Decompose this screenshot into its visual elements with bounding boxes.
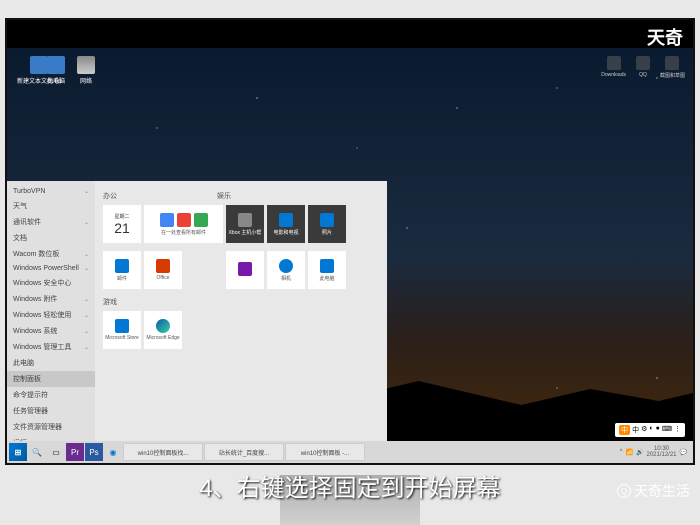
- taskbar-app-ps[interactable]: Ps: [85, 443, 103, 461]
- taskbar-app-pr[interactable]: Pr: [66, 443, 84, 461]
- tray-network-icon[interactable]: 📶: [626, 449, 633, 456]
- taskbar-app-edge[interactable]: ◉: [104, 443, 122, 461]
- xbox-tile[interactable]: Xbox 主机小帮: [226, 205, 264, 243]
- start-item[interactable]: 通讯软件⌄: [7, 214, 95, 230]
- taskbar-task[interactable]: win10控制面板 -...: [285, 443, 365, 461]
- thispc-tile[interactable]: 此电脑: [308, 251, 346, 289]
- start-item[interactable]: 文档: [7, 230, 95, 246]
- mail-tile[interactable]: 邮件: [103, 251, 141, 289]
- office-tile[interactable]: Office: [144, 251, 182, 289]
- start-item[interactable]: Windows 附件⌄: [7, 291, 95, 307]
- ime-language-bar[interactable]: 中 中 ⚙ ◐ ● ⌨ ⋮: [615, 423, 685, 437]
- ime-btn: ⌨: [662, 425, 672, 435]
- tray-date[interactable]: 2021/12/21: [646, 452, 676, 458]
- calendar-tile[interactable]: 星期二21: [103, 205, 141, 243]
- desktop[interactable]: 新建文本文档.txt 此电脑 网络 Downloads QQ 截图和草图 中 中…: [7, 48, 693, 463]
- brand-q-icon: Q: [617, 484, 631, 498]
- start-item[interactable]: Windows 安全中心: [7, 275, 95, 291]
- taskbar: ⊞ 🔍 ▭ Pr Ps ◉ win10控制面板找... 站长统计_百度搜... …: [7, 441, 693, 463]
- google-suite-tile[interactable]: 在一处查看所有邮件: [144, 205, 223, 243]
- tutorial-caption: 4、右键选择固定到开始屏幕: [0, 468, 700, 503]
- tile-section-label: 游戏: [103, 297, 379, 307]
- start-item[interactable]: TurboVPN⌄: [7, 185, 95, 198]
- tile-section-label: 娱乐: [217, 191, 231, 201]
- taskbar-taskview-icon[interactable]: ▭: [47, 443, 65, 461]
- brand-logo: Q 天奇生活: [617, 481, 690, 501]
- tray-chevron-icon[interactable]: ^: [620, 449, 623, 455]
- start-item[interactable]: 任务管理器: [7, 403, 95, 419]
- desktop-icon-network[interactable]: 网络: [77, 56, 95, 85]
- tray-notification-icon[interactable]: 💬: [680, 449, 687, 456]
- start-item-control-panel[interactable]: 控制面板: [7, 371, 95, 387]
- taskbar-task[interactable]: win10控制面板找...: [123, 443, 203, 461]
- taskbar-task[interactable]: 站长统计_百度搜...: [204, 443, 284, 461]
- ime-btn: ⚙: [641, 425, 647, 435]
- start-item[interactable]: Windows 管理工具⌄: [7, 339, 95, 355]
- desktop-icon-thispc[interactable]: 此电脑: [47, 56, 65, 85]
- start-item[interactable]: 文件资源管理器: [7, 419, 95, 435]
- ime-btn: 中: [632, 425, 639, 435]
- start-item[interactable]: Windows 系统⌄: [7, 323, 95, 339]
- tray-qq-icon[interactable]: QQ: [636, 56, 650, 79]
- start-item[interactable]: Windows PowerShell⌄: [7, 262, 95, 275]
- system-tray[interactable]: ^ 📶 🔊 10:30 2021/12/21 💬: [620, 446, 691, 458]
- camera-tile[interactable]: 相机: [267, 251, 305, 289]
- movies-tile[interactable]: 电影和电视: [267, 205, 305, 243]
- start-button[interactable]: ⊞: [9, 443, 27, 461]
- onenote-tile[interactable]: [226, 251, 264, 289]
- start-item[interactable]: 命令提示符: [7, 387, 95, 403]
- ime-btn: ●: [656, 425, 660, 435]
- photos-tile[interactable]: 照片: [308, 205, 346, 243]
- start-item[interactable]: Wacom 数位板⌄: [7, 246, 95, 262]
- tray-downloads-icon[interactable]: Downloads: [601, 56, 626, 79]
- start-item[interactable]: 此电脑: [7, 355, 95, 371]
- start-item[interactable]: Windows 轻松使用⌄: [7, 307, 95, 323]
- taskbar-search-icon[interactable]: 🔍: [28, 443, 46, 461]
- ime-indicator: 中: [619, 425, 630, 435]
- edge-tile[interactable]: Microsoft Edge: [144, 311, 182, 349]
- ime-btn: ⋮: [674, 425, 681, 435]
- tray-volume-icon[interactable]: 🔊: [636, 449, 643, 456]
- msstore-tile[interactable]: Microsoft Store: [103, 311, 141, 349]
- start-menu: TurboVPN⌄ 天气 通讯软件⌄ 文档 Wacom 数位板⌄ Windows…: [7, 181, 387, 441]
- start-app-list: TurboVPN⌄ 天气 通讯软件⌄ 文档 Wacom 数位板⌄ Windows…: [7, 181, 95, 441]
- start-item[interactable]: 天气: [7, 198, 95, 214]
- watermark-logo: 天奇: [647, 24, 683, 50]
- tile-section-label: 办公: [103, 191, 117, 201]
- tray-snip-icon[interactable]: 截图和草图: [660, 56, 685, 79]
- ime-btn: ◐: [649, 425, 653, 435]
